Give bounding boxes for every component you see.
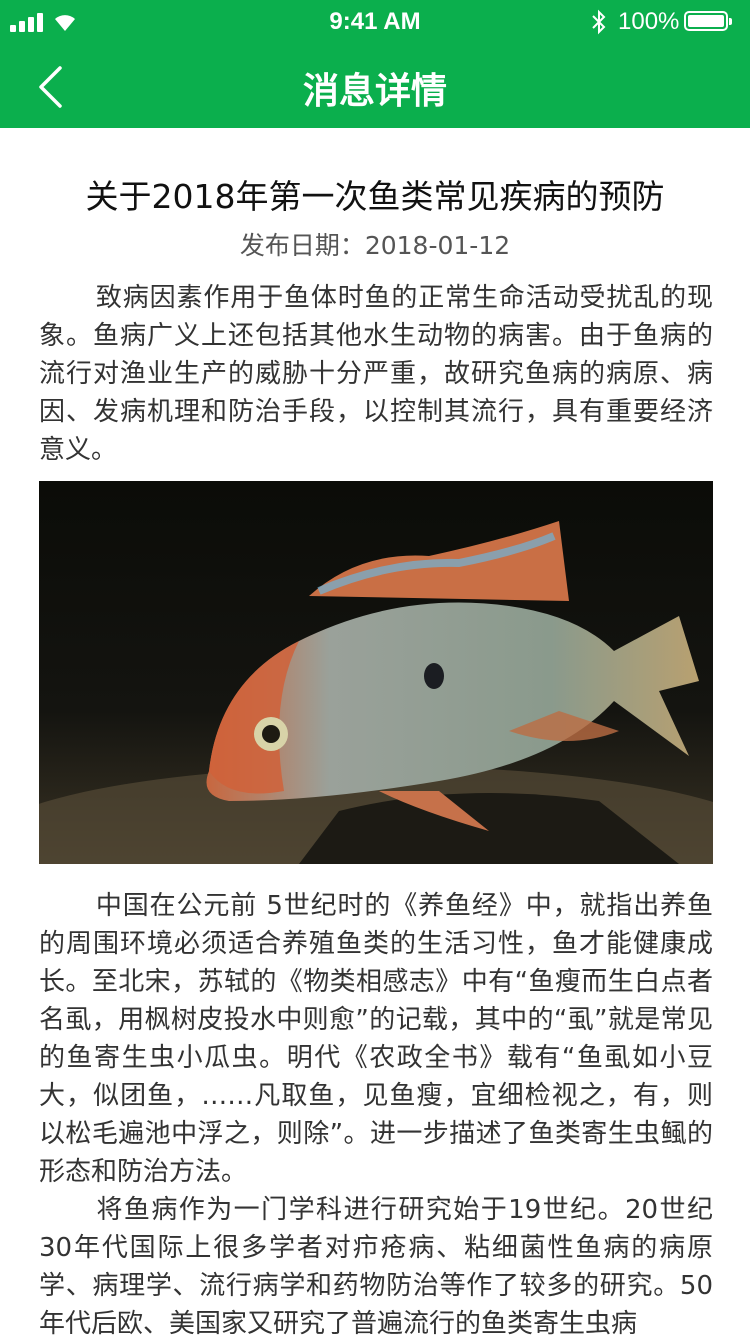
- publish-date: 发布日期：2018-01-12: [239, 231, 511, 260]
- bluetooth-icon: [592, 9, 606, 35]
- page-title: 消息详情: [302, 71, 447, 112]
- battery-icon: [684, 11, 732, 31]
- article-title: 关于2018年第一次鱼类常见疾病的预防: [85, 177, 665, 216]
- article-paragraph-1: 致病因素作用于鱼体时鱼的正常生命活动受扰乱的现象。鱼病广义上还包括其他水生动物的…: [39, 283, 713, 465]
- header-bar: 9:41 AM 100% 消息详情: [0, 0, 750, 128]
- battery-percent: 100%: [618, 8, 680, 35]
- status-bar: 9:41 AM 100%: [0, 0, 750, 44]
- article-paragraph-2: 中国在公元前 5世纪时的《养鱼经》中，就指出养鱼的周围环境必须适合养殖鱼类的生活…: [39, 891, 713, 1187]
- article-paragraph-3: 将鱼病作为一门学科进行研究始于19世纪。20世纪30年代国际上很多学者对疖疮病、…: [39, 1195, 713, 1339]
- fish-photo: [39, 481, 713, 864]
